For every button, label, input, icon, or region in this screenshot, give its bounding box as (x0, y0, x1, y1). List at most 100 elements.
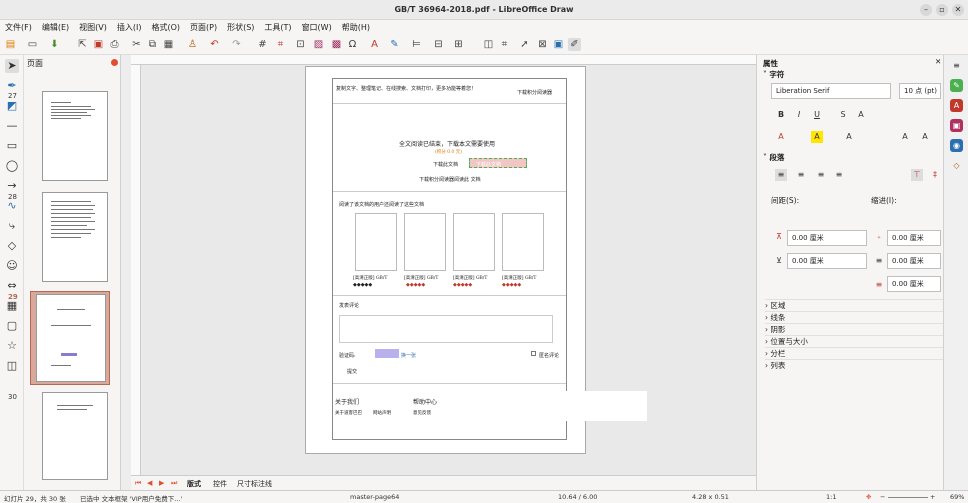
properties-deck-icon[interactable]: ✎ (950, 79, 963, 92)
align-left-icon[interactable]: ≡ (775, 169, 787, 181)
line-color-tool-icon[interactable]: ✒ (5, 79, 19, 93)
rectangle-icon[interactable]: ▭ (5, 139, 19, 153)
related-doc-card[interactable] (404, 213, 446, 271)
menu-page[interactable]: 页面(P) (185, 20, 222, 35)
fill-color-tool-icon[interactable]: ◩ (5, 99, 19, 113)
page-thumbnail-30[interactable] (42, 392, 108, 480)
anonymous-checkbox[interactable] (531, 351, 536, 356)
paste-icon[interactable]: ▦ (162, 38, 175, 51)
menu-insert[interactable]: 插入(I) (112, 20, 147, 35)
curve-icon[interactable]: ∿ (5, 199, 19, 213)
section-position-size[interactable]: › 位置与大小 (765, 335, 943, 346)
related-doc-card[interactable] (355, 213, 397, 271)
minimize-icon[interactable]: – (920, 4, 932, 16)
callouts-icon[interactable]: ▢ (5, 319, 19, 333)
menu-icon[interactable]: ≡ (950, 59, 963, 72)
footer-about[interactable]: 关于我们 (335, 397, 359, 406)
zoom-level[interactable]: 69% (950, 493, 964, 501)
indent-first-field[interactable]: 0.00 厘米 (887, 276, 941, 292)
menu-shape[interactable]: 形状(S) (222, 20, 259, 35)
special-char-icon[interactable]: Ω (346, 38, 359, 51)
align-top-icon[interactable]: ⊤ (911, 169, 923, 181)
last-page-icon[interactable]: ⏭ (171, 479, 177, 488)
related-doc-title[interactable]: [高清正版] GB/T (353, 275, 387, 281)
header-link[interactable]: 下载积分阅读器 (517, 89, 552, 96)
align-middle-icon[interactable]: ‡ (929, 169, 941, 181)
footer-help[interactable]: 帮助中心 (413, 397, 437, 406)
align-center-icon[interactable]: ≡ (795, 169, 807, 181)
navigator-deck-icon[interactable]: ◉ (950, 139, 963, 152)
fit-page-icon[interactable]: ✥ (866, 493, 871, 501)
shadow-icon[interactable]: ◫ (482, 38, 495, 51)
shapes-deck-icon[interactable]: ◇ (950, 159, 963, 172)
draw-function-icon[interactable]: ✐ (568, 38, 581, 51)
maximize-icon[interactable]: ▫ (936, 4, 948, 16)
flowchart-icon[interactable]: ▦ (5, 299, 19, 313)
3d-objects-icon[interactable]: ◫ (5, 359, 19, 373)
pane-splitter[interactable] (121, 55, 131, 490)
redo-icon[interactable]: ↷ (230, 38, 243, 51)
decrease-size-icon[interactable]: A (919, 131, 931, 143)
export-icon[interactable]: ⇱ (76, 38, 89, 51)
menu-help[interactable]: 帮助(H) (337, 20, 375, 35)
close-icon[interactable]: ✕ (952, 4, 964, 16)
block-arrows-icon[interactable]: ⇔ (5, 279, 19, 293)
page-thumbnail-29[interactable] (36, 294, 106, 382)
tab-dimension-lines[interactable]: 尺寸标注线 (237, 479, 272, 489)
change-captcha-link[interactable]: 换一张 (401, 352, 416, 359)
save-icon[interactable]: ⬇ (48, 38, 61, 51)
menu-format[interactable]: 格式(O) (146, 20, 185, 35)
related-doc-title[interactable]: [高清正版] GB/T (502, 275, 536, 281)
symbol-shapes-icon[interactable]: ☺ (5, 259, 19, 273)
crop-icon[interactable]: ⌗ (498, 38, 511, 51)
cut-icon[interactable]: ✂ (130, 38, 143, 51)
first-page-icon[interactable]: ⏮ (135, 479, 141, 488)
page-thumbnail-27[interactable] (42, 91, 108, 181)
select-icon[interactable]: ➤ (5, 59, 19, 73)
related-doc-card[interactable] (502, 213, 544, 271)
section-columns[interactable]: › 分栏 (765, 347, 943, 358)
menu-view[interactable]: 视图(V) (74, 20, 112, 35)
tab-layout[interactable]: 版式 (187, 479, 201, 489)
connector-icon[interactable]: ⤷ (5, 219, 19, 233)
footer-link[interactable]: 网站声明 (373, 410, 391, 416)
footer-link[interactable]: 意见反馈 (413, 410, 431, 416)
clear-format-icon[interactable]: A (843, 131, 855, 143)
stars-icon[interactable]: ☆ (5, 339, 19, 353)
increase-size-icon[interactable]: A (899, 131, 911, 143)
section-area[interactable]: › 区域 (765, 299, 943, 310)
zoom-icon[interactable]: ⊡ (294, 38, 307, 51)
menu-file[interactable]: 文件(F) (0, 20, 37, 35)
font-size-box[interactable]: 10 点 (pt) (899, 83, 941, 99)
page-thumbnail-28[interactable] (42, 192, 108, 282)
para-section-header[interactable]: ˅ 段落 (763, 152, 784, 163)
submit-button[interactable]: 提交 (347, 368, 357, 375)
chart-icon[interactable]: ▩ (330, 38, 343, 51)
tab-controls[interactable]: 控件 (213, 479, 227, 489)
arrow-line-icon[interactable]: → (5, 179, 19, 193)
spacing-below-field[interactable]: 0.00 厘米 (787, 253, 867, 269)
new-icon[interactable]: ▤ (4, 38, 17, 51)
font-name-box[interactable]: Liberation Serif (771, 83, 891, 99)
spacing-above-field[interactable]: 0.00 厘米 (787, 230, 867, 246)
print-icon[interactable]: ⎙ (108, 38, 121, 51)
glue-icon[interactable]: ⊠ (536, 38, 549, 51)
ellipse-icon[interactable]: ◯ (5, 159, 19, 173)
clone-format-icon[interactable]: ♙ (186, 38, 199, 51)
helplines-icon[interactable]: ⌗ (274, 38, 287, 51)
copy-icon[interactable]: ⧉ (146, 38, 159, 51)
menu-window[interactable]: 窗口(W) (297, 20, 337, 35)
basic-shapes-icon[interactable]: ◇ (5, 239, 19, 253)
gallery-deck-icon[interactable]: ▣ (950, 119, 963, 132)
image-icon[interactable]: ▨ (312, 38, 325, 51)
section-lists[interactable]: › 列表 (765, 359, 943, 370)
distribute-icon[interactable]: ⊞ (452, 38, 465, 51)
download-reader-text[interactable]: 下载积分阅读器阅读此 文档 (419, 176, 481, 183)
italic-icon[interactable]: I (793, 109, 805, 121)
char-section-header[interactable]: ˅ 字符 (763, 69, 784, 80)
line-tool-icon[interactable]: — (5, 119, 19, 133)
footer-link[interactable]: 关于道客巴巴 (335, 410, 362, 416)
related-doc-card[interactable] (453, 213, 495, 271)
fontwork-icon[interactable]: A (368, 38, 381, 51)
section-line[interactable]: › 线条 (765, 311, 943, 322)
